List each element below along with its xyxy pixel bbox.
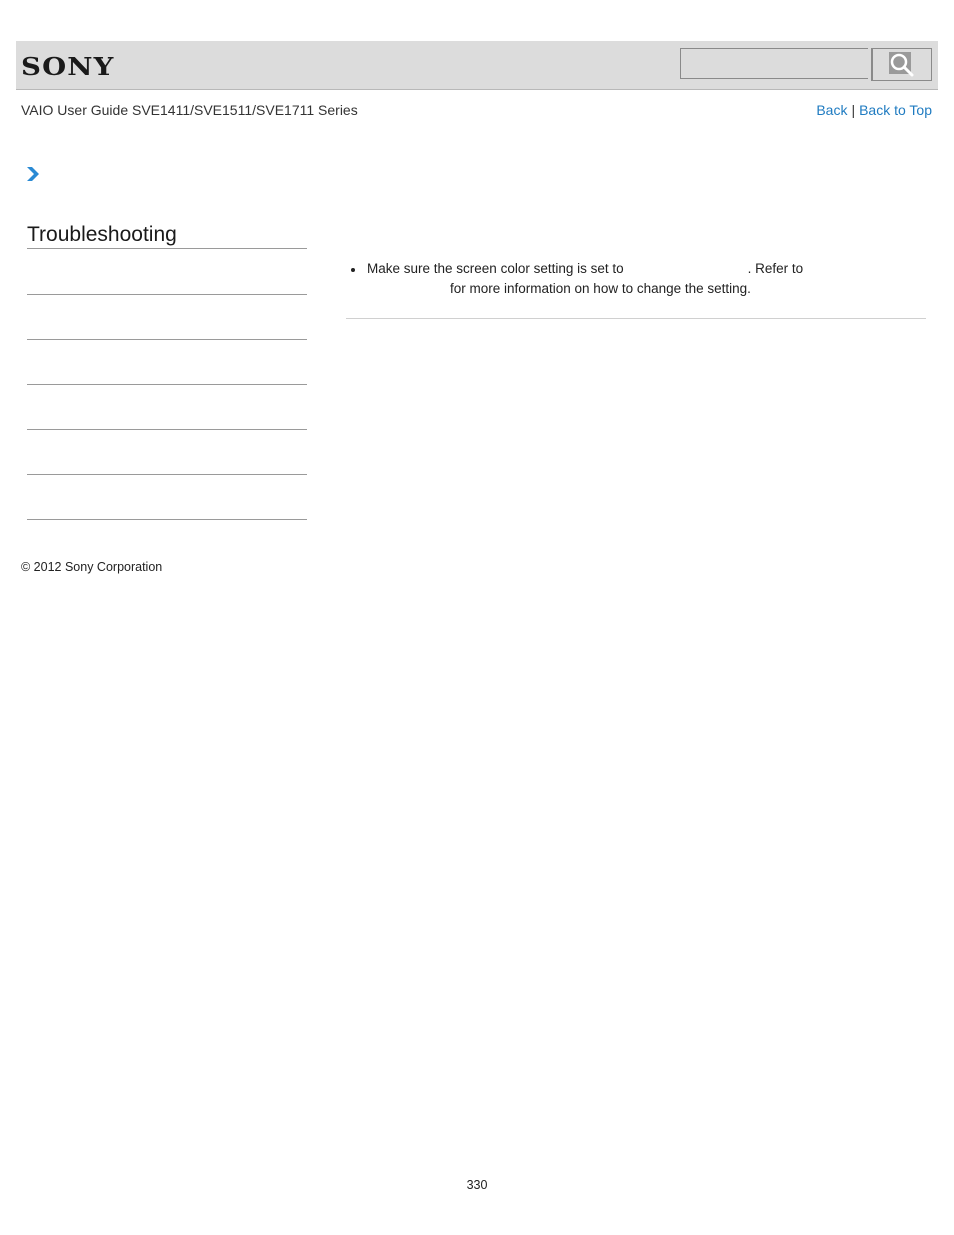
bullet-text-1: Make sure the screen color setting is se… xyxy=(367,261,624,276)
content-area: Make sure the screen color setting is se… xyxy=(346,259,926,299)
copyright: © 2012 Sony Corporation xyxy=(21,560,163,574)
sidebar-item[interactable] xyxy=(27,250,307,295)
bullet-text-3: for more information on how to change th… xyxy=(450,281,751,296)
page-number: 330 xyxy=(466,1178,488,1192)
search-input[interactable] xyxy=(680,48,868,79)
nav-links: Back | Back to Top xyxy=(816,102,932,118)
sony-logo: SONY xyxy=(21,52,115,81)
magnifier-icon xyxy=(889,51,914,76)
back-link[interactable]: Back xyxy=(816,102,847,118)
bullet-item: Make sure the screen color setting is se… xyxy=(351,259,926,299)
content-divider xyxy=(346,318,926,319)
bullet-text-2: . Refer to xyxy=(747,261,804,276)
sidebar-item[interactable] xyxy=(27,430,307,475)
sidebar-list xyxy=(27,250,307,520)
guide-title: VAIO User Guide SVE1411/SVE1511/SVE1711 … xyxy=(21,102,358,118)
chevron-right-icon[interactable] xyxy=(26,166,40,182)
nav-separator: | xyxy=(851,102,856,118)
sidebar-item[interactable] xyxy=(27,475,307,520)
sidebar-item[interactable] xyxy=(27,385,307,430)
back-to-top-link[interactable]: Back to Top xyxy=(859,102,932,118)
bullet-list: Make sure the screen color setting is se… xyxy=(346,259,926,299)
search-button[interactable] xyxy=(871,48,932,81)
sidebar-title: Troubleshooting xyxy=(27,223,307,249)
sidebar-item[interactable] xyxy=(27,295,307,340)
sidebar-item[interactable] xyxy=(27,340,307,385)
header-bar: SONY xyxy=(16,41,938,90)
